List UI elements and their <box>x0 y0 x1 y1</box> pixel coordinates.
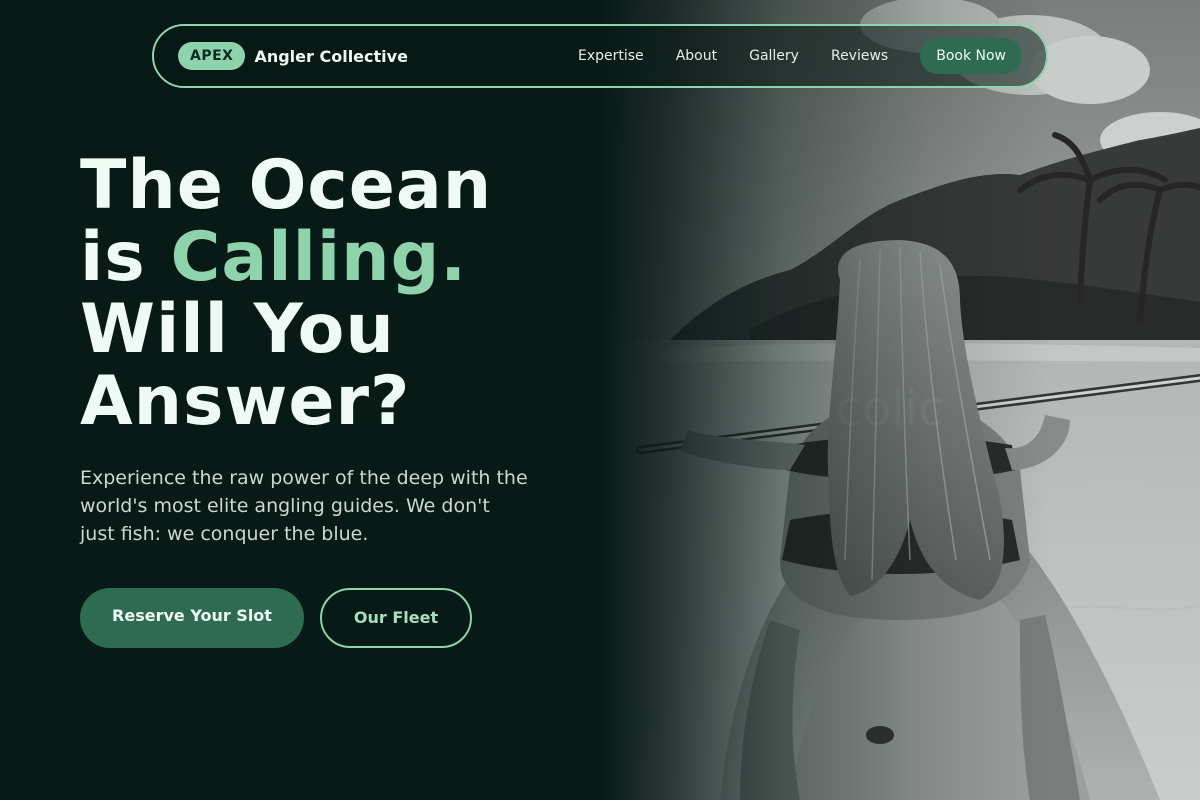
nav-link-expertise[interactable]: Expertise <box>578 48 644 64</box>
headline-line-2-start: is <box>80 218 171 297</box>
top-nav: APEX Angler Collective Expertise About G… <box>152 24 1048 88</box>
brand-logo[interactable]: APEX Angler Collective <box>178 42 408 70</box>
headline-line-4: Answer? <box>80 362 411 441</box>
hero-photo: colic <box>600 0 1200 800</box>
nav-link-reviews[interactable]: Reviews <box>831 48 888 64</box>
headline-line-1: The Ocean <box>80 146 493 225</box>
reserve-slot-button[interactable]: Reserve Your Slot <box>80 588 304 648</box>
hero-description: Experience the raw power of the deep wit… <box>80 467 528 545</box>
nav-link-about[interactable]: About <box>676 48 717 64</box>
landing-page: colic APEX Angler Collective Expertise A… <box>0 0 1200 800</box>
svg-text:colic: colic <box>836 381 945 437</box>
brand-badge: APEX <box>178 42 246 70</box>
headline-line-3: Will You <box>80 290 395 369</box>
nav-links: Expertise About Gallery Reviews Book Now <box>578 38 1022 74</box>
hero-headline: The Ocean is Calling. Will You Answer? <box>80 150 492 438</box>
our-fleet-button[interactable]: Our Fleet <box>320 588 472 648</box>
nav-link-gallery[interactable]: Gallery <box>749 48 799 64</box>
headline-accent-word: Calling. <box>170 218 468 297</box>
book-now-button[interactable]: Book Now <box>920 38 1022 74</box>
brand-name: Angler Collective <box>254 46 408 66</box>
